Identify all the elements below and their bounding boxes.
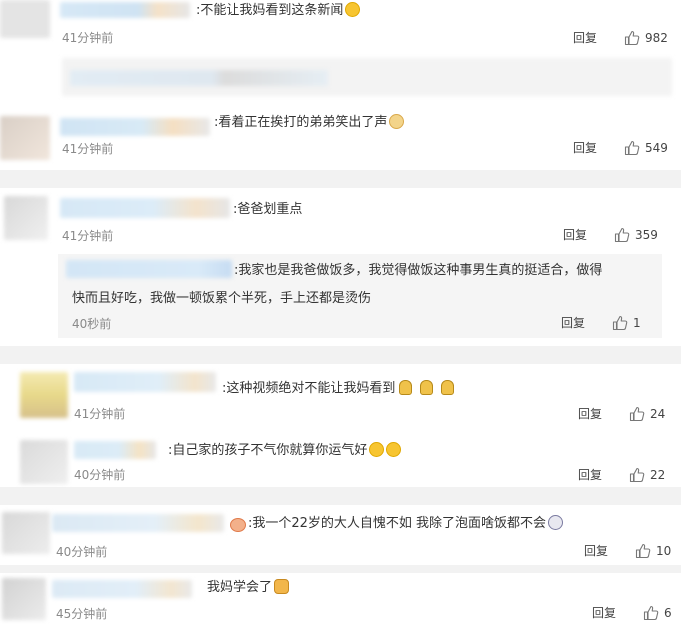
comment-text: :爸爸划重点	[233, 202, 303, 217]
like-button[interactable]: 10	[635, 542, 671, 560]
like-button[interactable]: 982	[624, 29, 668, 47]
sad-doll-emoji-icon	[420, 380, 434, 395]
comment-time: 40分钟前	[74, 468, 126, 482]
avatar	[20, 440, 68, 484]
username-blurred[interactable]	[60, 198, 230, 218]
thumbs-up-icon	[624, 30, 640, 46]
avatar	[0, 0, 50, 38]
thumbs-up-icon	[612, 315, 628, 331]
reply-button[interactable]: 回复	[563, 227, 587, 243]
username-blurred[interactable]	[52, 514, 224, 532]
like-count: 549	[645, 141, 668, 155]
sad-doll-emoji-icon	[399, 380, 413, 395]
thumbs-up-icon	[624, 140, 640, 156]
reply-button[interactable]: 回复	[592, 605, 616, 621]
reply-button[interactable]: 回复	[573, 140, 597, 156]
thumbs-up-icon	[643, 605, 659, 621]
username-blurred[interactable]	[52, 580, 192, 598]
sub-reply-time: 40秒前	[72, 317, 112, 331]
comment-time: 41分钟前	[62, 31, 114, 45]
blurred-reply-text	[70, 70, 328, 86]
laugh-cry-emoji-icon	[345, 2, 361, 17]
avatar	[2, 578, 46, 620]
thumbs-up-icon	[629, 406, 645, 422]
like-button[interactable]: 6	[643, 604, 672, 622]
comment-time: 41分钟前	[62, 142, 114, 156]
reply-button[interactable]: 回复	[578, 406, 602, 422]
username-blurred[interactable]	[74, 372, 216, 392]
thumbs-up-icon	[614, 227, 630, 243]
like-button[interactable]: 359	[614, 226, 658, 244]
like-button[interactable]: 24	[629, 405, 665, 423]
like-count: 6	[664, 606, 672, 620]
like-count: 1	[633, 316, 641, 330]
badge-emoji-icon	[230, 518, 246, 532]
comment-text: :自己家的孩子不气你就算你运气好	[168, 442, 402, 460]
like-count: 359	[635, 228, 658, 242]
comment-time: 45分钟前	[56, 607, 108, 621]
reply-button[interactable]: 回复	[561, 315, 585, 331]
avatar	[2, 512, 50, 554]
dog-face-emoji-icon	[389, 114, 405, 129]
divider	[0, 565, 681, 573]
avatar	[0, 116, 50, 160]
username-blurred[interactable]	[60, 2, 190, 18]
like-button[interactable]: 549	[624, 139, 668, 157]
comment-text: 我妈学会了	[207, 579, 290, 597]
thumbs-up-emoji-icon	[274, 579, 290, 594]
comment-text: :这种视频绝对不能让我妈看到	[222, 380, 455, 398]
like-count: 982	[645, 31, 668, 45]
reply-button[interactable]: 回复	[584, 543, 608, 559]
comment-time: 41分钟前	[62, 229, 114, 243]
laugh-cry-emoji-icon	[386, 442, 402, 457]
like-count: 10	[656, 544, 672, 558]
comment-text: :我一个22岁的大人自愧不如 我除了泡面啥饭都不会	[248, 515, 564, 533]
like-button[interactable]: 1	[612, 314, 641, 332]
shocked-emoji-icon	[548, 515, 564, 530]
comment-time: 40分钟前	[56, 545, 108, 559]
thumbs-up-icon	[635, 543, 651, 559]
divider	[0, 170, 681, 188]
comment-text: :不能让我妈看到这条新闻	[196, 2, 361, 20]
reply-button[interactable]: 回复	[573, 30, 597, 46]
divider	[0, 346, 681, 364]
username-blurred[interactable]	[74, 441, 156, 459]
thumbs-up-icon	[629, 467, 645, 483]
like-button[interactable]: 22	[629, 466, 665, 484]
username-blurred[interactable]	[60, 118, 210, 136]
username-blurred[interactable]	[66, 260, 232, 278]
reply-button[interactable]: 回复	[578, 467, 602, 483]
sad-doll-emoji-icon	[441, 380, 455, 395]
comment-time: 41分钟前	[74, 407, 126, 421]
sub-reply-text-line1: :我家也是我爸做饭多，我觉得做饭这种事男生真的挺适合，做得	[234, 263, 603, 278]
comment-text: :看着正在挨打的弟弟笑出了声	[214, 114, 405, 132]
like-count: 22	[650, 468, 666, 482]
avatar	[20, 372, 68, 418]
like-count: 24	[650, 407, 666, 421]
sub-reply-text-line2: 快而且好吃，我做一顿饭累个半死，手上还都是烫伤	[72, 291, 372, 306]
divider	[0, 487, 681, 505]
laugh-cry-emoji-icon	[369, 442, 385, 457]
avatar	[4, 196, 48, 240]
